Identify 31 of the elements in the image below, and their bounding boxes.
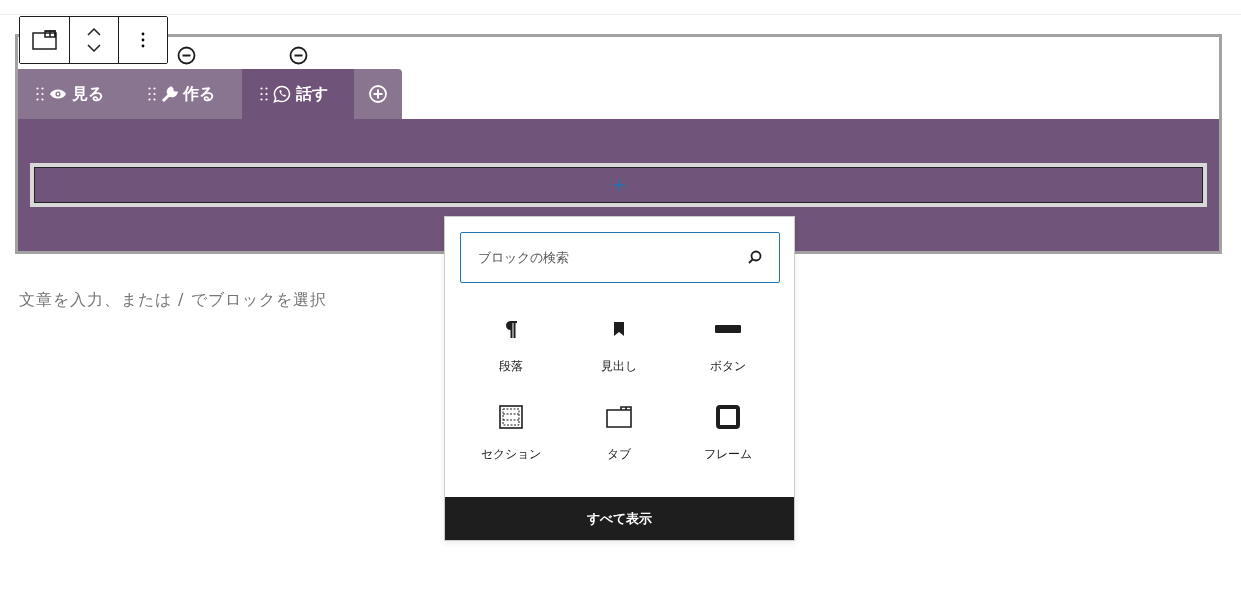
wrench-icon [161, 85, 178, 103]
section-icon [499, 405, 524, 429]
add-block-button[interactable] [34, 167, 1203, 203]
block-item[interactable]: タブ [565, 395, 674, 471]
remove-icon[interactable] [288, 46, 308, 65]
chevron-up-down-icon [86, 27, 102, 53]
drag-handle-icon [36, 87, 44, 101]
button-block-icon [714, 325, 741, 333]
chat-bubble-icon [273, 85, 291, 103]
remove-icon[interactable] [176, 46, 196, 65]
more-options-button[interactable] [118, 17, 167, 63]
add-tab-button[interactable] [354, 69, 402, 119]
tab-icon [32, 30, 57, 50]
pilcrow-icon [504, 319, 519, 339]
browse-all-button[interactable]: すべて表示 [445, 497, 794, 540]
search-icon [747, 249, 763, 265]
bookmark-icon [613, 321, 626, 337]
tab[interactable]: 話す [242, 69, 354, 119]
plus-circle-icon [368, 84, 388, 104]
search-field[interactable]: ブロックの検索 [460, 232, 780, 283]
more-icon [141, 32, 145, 48]
drag-handle-icon [148, 87, 156, 101]
tab[interactable]: 作る [130, 69, 242, 119]
plus-icon [612, 179, 625, 191]
frame-icon [715, 405, 740, 429]
tab-icon [606, 406, 633, 428]
drag-handle-icon [260, 87, 268, 101]
block-item[interactable]: セクション [457, 395, 566, 471]
block-item[interactable]: フレーム [673, 395, 782, 471]
eye-icon [49, 88, 67, 100]
tab[interactable]: 見る [18, 69, 130, 119]
